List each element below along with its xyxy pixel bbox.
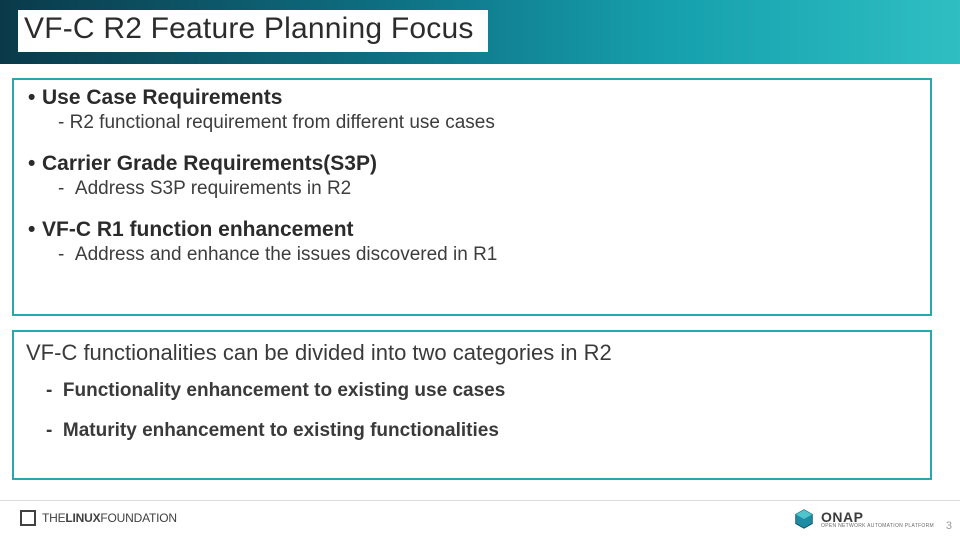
lf-foundation: FOUNDATION bbox=[100, 511, 176, 525]
bullet-heading-text: Use Case Requirements bbox=[42, 86, 282, 109]
categories-intro: VF-C functionalities can be divided into… bbox=[26, 340, 920, 366]
category-item-text: Functionality enhancement to existing us… bbox=[63, 380, 505, 401]
onap-hex-icon bbox=[793, 508, 815, 530]
header-band: VF-C R2 Feature Planning Focus bbox=[0, 0, 960, 64]
section-usecase: •Use Case Requirements - R2 functional r… bbox=[28, 86, 920, 134]
onap-logo: ONAP OPEN NETWORK AUTOMATION PLATFORM bbox=[793, 508, 934, 530]
title-wrap: VF-C R2 Feature Planning Focus bbox=[18, 10, 488, 52]
focus-box: •Use Case Requirements - R2 functional r… bbox=[12, 78, 932, 316]
linux-foundation-logo: THELINUXFOUNDATION bbox=[20, 510, 177, 526]
bullet-sub: - Address and enhance the issues discove… bbox=[58, 244, 920, 266]
lf-linux: LINUX bbox=[65, 511, 100, 525]
slide: VF-C R2 Feature Planning Focus •Use Case… bbox=[0, 0, 960, 540]
onap-main-text: ONAP bbox=[821, 510, 934, 524]
bullet-heading-text: VF-C R1 function enhancement bbox=[42, 218, 354, 241]
bullet-sub-text: Address S3P requirements in R2 bbox=[75, 178, 351, 199]
lf-the: THE bbox=[42, 511, 65, 525]
footer: THELINUXFOUNDATION ONAP OPEN NETWORK AUT… bbox=[0, 500, 960, 540]
bullet-heading: •Use Case Requirements bbox=[28, 86, 920, 110]
bullet-heading: •Carrier Grade Requirements(S3P) bbox=[28, 152, 920, 176]
slide-title: VF-C R2 Feature Planning Focus bbox=[24, 12, 474, 46]
bullet-sub-text: Address and enhance the issues discovere… bbox=[75, 244, 497, 265]
bullet-heading-text: Carrier Grade Requirements(S3P) bbox=[42, 152, 377, 175]
onap-sub-text: OPEN NETWORK AUTOMATION PLATFORM bbox=[821, 524, 934, 529]
section-carrier: •Carrier Grade Requirements(S3P) - Addre… bbox=[28, 152, 920, 200]
bullet-sub: - Address S3P requirements in R2 bbox=[58, 178, 920, 200]
categories-box: VF-C functionalities can be divided into… bbox=[12, 330, 932, 480]
page-number: 3 bbox=[946, 520, 952, 532]
bullet-sub-text: R2 functional requirement from different… bbox=[70, 112, 495, 133]
bullet-heading: •VF-C R1 function enhancement bbox=[28, 218, 920, 242]
onap-text: ONAP OPEN NETWORK AUTOMATION PLATFORM bbox=[821, 510, 934, 529]
footer-divider bbox=[0, 500, 960, 501]
lf-square-icon bbox=[20, 510, 36, 526]
category-item: - Maturity enhancement to existing funct… bbox=[46, 420, 920, 442]
bullet-sub: - R2 functional requirement from differe… bbox=[58, 112, 920, 134]
category-item: - Functionality enhancement to existing … bbox=[46, 380, 920, 402]
lf-text: THELINUXFOUNDATION bbox=[42, 511, 177, 525]
category-item-text: Maturity enhancement to existing functio… bbox=[63, 420, 499, 441]
section-enhance: •VF-C R1 function enhancement - Address … bbox=[28, 218, 920, 266]
